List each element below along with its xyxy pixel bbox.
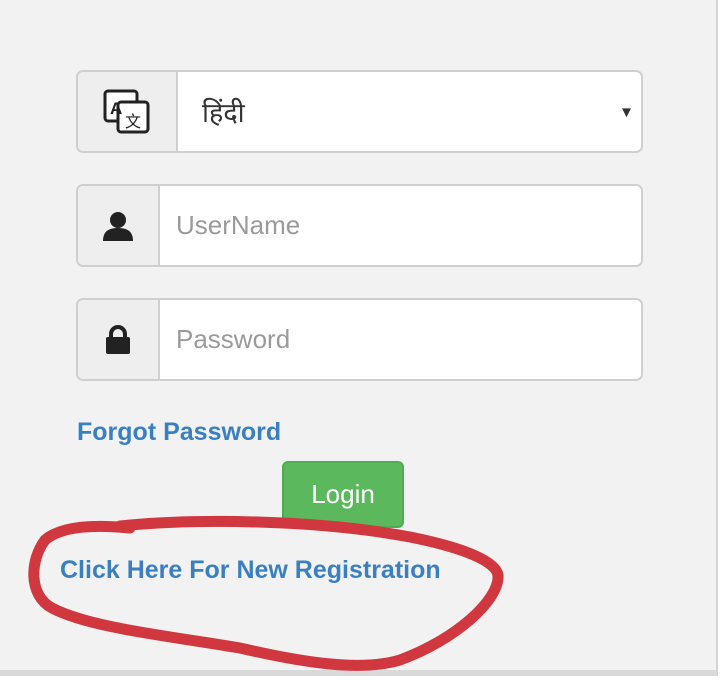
- login-panel: A 文 हिंदी ▾ Forgot Password Login: [0, 0, 718, 676]
- svg-text:A: A: [110, 99, 122, 118]
- password-input[interactable]: [160, 300, 641, 379]
- chevron-down-icon[interactable]: ▾: [622, 101, 631, 122]
- password-addon: [78, 300, 160, 379]
- username-field: [76, 184, 643, 267]
- lock-icon: [106, 324, 130, 354]
- username-input[interactable]: [160, 186, 641, 265]
- login-button[interactable]: Login: [282, 461, 404, 528]
- svg-text:文: 文: [125, 112, 141, 131]
- username-addon: [78, 186, 160, 265]
- language-addon: A 文: [78, 72, 178, 151]
- translate-icon: A 文: [103, 89, 150, 133]
- language-select-value[interactable]: हिंदी ▾: [178, 72, 641, 151]
- new-registration-link[interactable]: Click Here For New Registration: [60, 556, 441, 585]
- forgot-password-link[interactable]: Forgot Password: [77, 418, 281, 447]
- password-field: [76, 298, 643, 381]
- language-selected-label: हिंदी: [202, 98, 245, 129]
- language-select[interactable]: A 文 हिंदी ▾: [76, 70, 643, 153]
- user-icon: [103, 211, 133, 241]
